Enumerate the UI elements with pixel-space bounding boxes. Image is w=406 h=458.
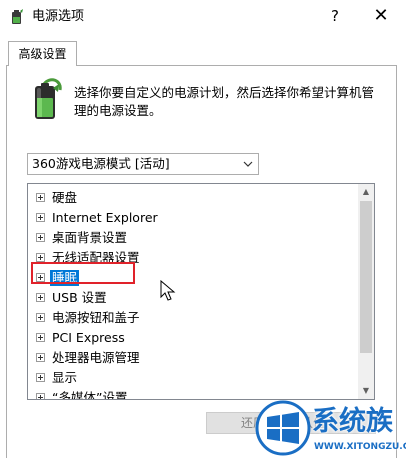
- close-button[interactable]: ✕: [366, 4, 396, 28]
- tree-item-label-selected: 睡眠: [50, 270, 80, 286]
- plus-expander-icon[interactable]: [36, 293, 45, 302]
- power-options-icon: [12, 9, 23, 24]
- tree-item-label: 电源按钮和盖子: [52, 310, 140, 325]
- scroll-up-icon[interactable]: ▲: [358, 184, 374, 200]
- watermark-url: WWW.XITONGZU.COM: [314, 442, 406, 452]
- tree-item-label: 处理器电源管理: [52, 350, 140, 365]
- help-button[interactable]: ?: [322, 4, 348, 28]
- tree-item-label: Internet Explorer: [52, 210, 158, 225]
- plus-expander-icon[interactable]: [36, 393, 45, 399]
- tree-item-usb-settings[interactable]: USB 设置: [28, 288, 358, 308]
- tree-item-processor-power[interactable]: 处理器电源管理: [28, 348, 358, 368]
- plus-expander-icon[interactable]: [36, 253, 45, 262]
- tree-item-label: 桌面背景设置: [52, 230, 128, 245]
- tree-item-label: 显示: [52, 370, 78, 385]
- site-watermark: 系统族 WWW.XITONGZU.COM: [255, 400, 406, 458]
- power-plan-value: 360游戏电源模式 [活动]: [32, 156, 170, 171]
- plus-expander-icon[interactable]: [36, 373, 45, 382]
- power-options-dialog: 电源选项 ? ✕ 高级设置 选择你要自定义的电源计划，然后选择你希望计算机管理的…: [0, 0, 406, 458]
- tree-item-label: PCI Express: [52, 330, 125, 345]
- tree-item-label: 无线适配器设置: [52, 250, 140, 265]
- tree-item-hard-disk[interactable]: 硬盘: [28, 188, 358, 208]
- plus-expander-icon[interactable]: [36, 333, 45, 342]
- watermark-text: 系统族: [312, 406, 393, 437]
- tree-item-sleep[interactable]: 睡眠: [28, 268, 358, 288]
- chevron-down-icon: [243, 161, 253, 167]
- scroll-thumb[interactable]: [360, 201, 372, 353]
- tree-item-desktop-background[interactable]: 桌面背景设置: [28, 228, 358, 248]
- plus-expander-icon[interactable]: [36, 213, 45, 222]
- window-title: 电源选项: [32, 9, 85, 24]
- title-bar: 电源选项 ? ✕: [0, 0, 406, 34]
- tree-item-label: USB 设置: [52, 290, 107, 305]
- plus-expander-icon[interactable]: [36, 233, 45, 242]
- tree-item-pci-express[interactable]: PCI Express: [28, 328, 358, 348]
- tree-item-power-buttons-lid[interactable]: 电源按钮和盖子: [28, 308, 358, 328]
- windows-logo-icon: [255, 400, 311, 456]
- tree-item-multimedia[interactable]: “多媒体”设置: [28, 388, 358, 400]
- mouse-pointer-icon: [160, 280, 176, 301]
- tree-item-display[interactable]: 显示: [28, 368, 358, 388]
- power-settings-tree[interactable]: 硬盘 Internet Explorer 桌面背景设置 无线适配器设置 睡眠 U…: [27, 183, 375, 400]
- tree-item-internet-explorer[interactable]: Internet Explorer: [28, 208, 358, 228]
- tree-item-wireless-adapter[interactable]: 无线适配器设置: [28, 248, 358, 268]
- instruction-text: 选择你要自定义的电源计划，然后选择你希望计算机管理的电源设置。: [74, 85, 375, 118]
- power-battery-icon: [35, 78, 62, 119]
- plus-expander-icon[interactable]: [36, 273, 45, 282]
- tree-item-label: 硬盘: [52, 190, 78, 205]
- power-plan-select[interactable]: 360游戏电源模式 [活动]: [27, 153, 259, 175]
- tree-scrollbar[interactable]: ▲ ▼: [358, 184, 374, 399]
- tab-advanced-settings[interactable]: 高级设置: [8, 41, 77, 66]
- plus-expander-icon[interactable]: [36, 313, 45, 322]
- plus-expander-icon[interactable]: [36, 193, 45, 202]
- tree-item-label: “多媒体”设置: [52, 390, 128, 400]
- plus-expander-icon[interactable]: [36, 353, 45, 362]
- scroll-down-icon[interactable]: ▼: [358, 383, 374, 399]
